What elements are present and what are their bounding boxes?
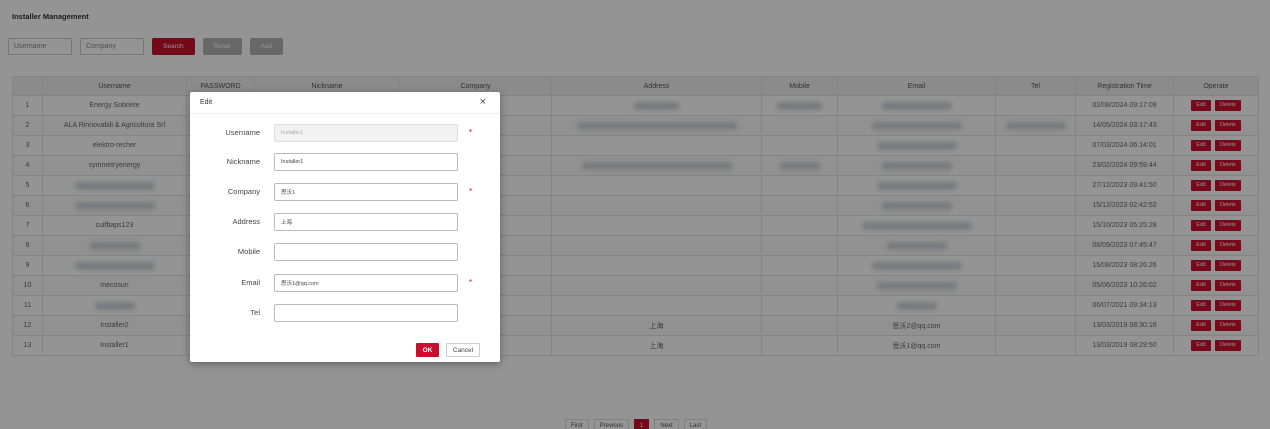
form-row-tel: Tel (190, 304, 500, 322)
nickname-field[interactable]: Installer1 (274, 153, 458, 171)
tel-field[interactable] (274, 304, 458, 322)
company-field[interactable]: 思沃1 (274, 183, 458, 201)
username-field: Installer1 (274, 124, 458, 142)
form-row-address: Address 上海 (190, 213, 500, 231)
email-field[interactable]: 思沃1@qq.com (274, 274, 458, 292)
address-label: Address (232, 217, 260, 226)
form-row-username: Username Installer1 * (190, 124, 500, 142)
form-row-company: Company 思沃1 * (190, 183, 500, 201)
company-label: Company (227, 187, 260, 196)
form-row-mobile: Mobile (190, 243, 500, 261)
mobile-field[interactable] (274, 243, 458, 261)
close-icon[interactable]: × (480, 97, 486, 108)
modal-title: Edit (200, 99, 213, 106)
nickname-label: Nickname (226, 157, 260, 166)
required-mark: * (469, 278, 473, 287)
email-label: Email (241, 278, 260, 287)
form-row-email: Email 思沃1@qq.com * (190, 274, 500, 292)
form-row-nickname: Nickname Installer1 (190, 153, 500, 171)
required-mark: * (469, 187, 473, 196)
cancel-button[interactable]: Cancel (446, 343, 480, 357)
username-label: Username (225, 128, 260, 137)
modal-divider (190, 113, 500, 114)
ok-button[interactable]: OK (416, 343, 439, 357)
edit-modal: Edit × Username Installer1 * Nickname In… (190, 92, 500, 362)
address-field[interactable]: 上海 (274, 213, 458, 231)
mobile-label: Mobile (237, 247, 260, 256)
tel-label: Tel (250, 308, 260, 317)
required-mark: * (469, 128, 473, 137)
